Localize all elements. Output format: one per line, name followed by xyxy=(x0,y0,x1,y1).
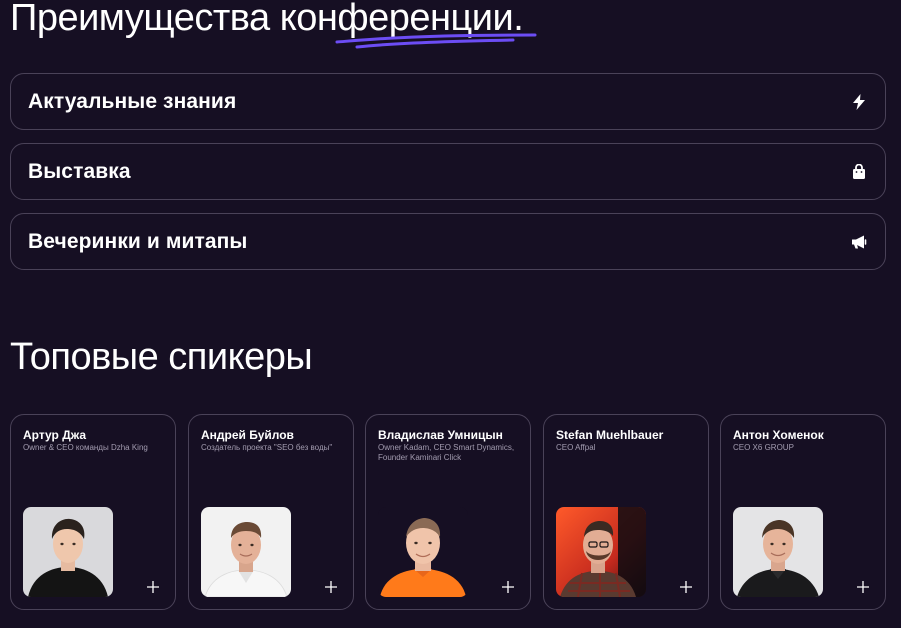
speaker-name: Андрей Буйлов xyxy=(201,428,294,442)
speakers-grid: Артур Джа Owner & CEO команды Dzha King … xyxy=(10,414,886,610)
speaker-photo xyxy=(201,507,291,597)
plus-icon[interactable] xyxy=(857,581,869,593)
feature-label: Актуальные знания xyxy=(28,89,237,113)
speaker-role: CEO Affpal xyxy=(556,443,596,452)
shopping-bag-icon xyxy=(851,163,867,180)
plus-icon[interactable] xyxy=(325,581,337,593)
speaker-photo xyxy=(733,507,823,597)
feature-label: Выставка xyxy=(28,159,131,183)
feature-item-exhibition[interactable]: Выставка xyxy=(10,143,886,200)
plus-icon[interactable] xyxy=(502,581,514,593)
speaker-card[interactable]: Владислав Умницын Owner Kadam, CEO Smart… xyxy=(365,414,531,610)
features-accordion: Актуальные знания Выставка Вечеринки и м… xyxy=(10,73,886,283)
speaker-name: Антон Хоменок xyxy=(733,428,824,442)
speaker-name: Stefan Muehlbauer xyxy=(556,428,664,442)
speakers-section-title: Топовые спикеры xyxy=(10,336,313,378)
feature-item-parties[interactable]: Вечеринки и митапы xyxy=(10,213,886,270)
speaker-name: Владислав Умницын xyxy=(378,428,503,442)
speaker-role: Owner & CEO команды Dzha King xyxy=(23,443,148,452)
plus-icon[interactable] xyxy=(680,581,692,593)
speaker-role: Owner Kadam, CEO Smart Dynamics, Founder… xyxy=(378,443,515,462)
speaker-role: Создатель проекта "SEO без воды" xyxy=(201,443,333,452)
feature-label: Вечеринки и митапы xyxy=(28,229,248,253)
speaker-photo xyxy=(556,507,646,597)
speaker-role: CEO X6 GROUP xyxy=(733,443,794,452)
speaker-photo xyxy=(378,507,468,597)
speaker-photo xyxy=(23,507,113,597)
speaker-card[interactable]: Андрей Буйлов Создатель проекта "SEO без… xyxy=(188,414,354,610)
speaker-name: Артур Джа xyxy=(23,428,87,442)
feature-item-knowledge[interactable]: Актуальные знания xyxy=(10,73,886,130)
speaker-card[interactable]: Антон Хоменок CEO X6 GROUP xyxy=(720,414,886,610)
megaphone-icon xyxy=(851,234,867,250)
title-underline-decoration xyxy=(335,33,537,49)
speaker-card[interactable]: Артур Джа Owner & CEO команды Dzha King xyxy=(10,414,176,610)
speaker-card[interactable]: Stefan Muehlbauer CEO Affpal xyxy=(543,414,709,610)
plus-icon[interactable] xyxy=(147,581,159,593)
page-title-prefix: Преимущества xyxy=(10,0,280,39)
lightning-icon xyxy=(851,93,867,110)
